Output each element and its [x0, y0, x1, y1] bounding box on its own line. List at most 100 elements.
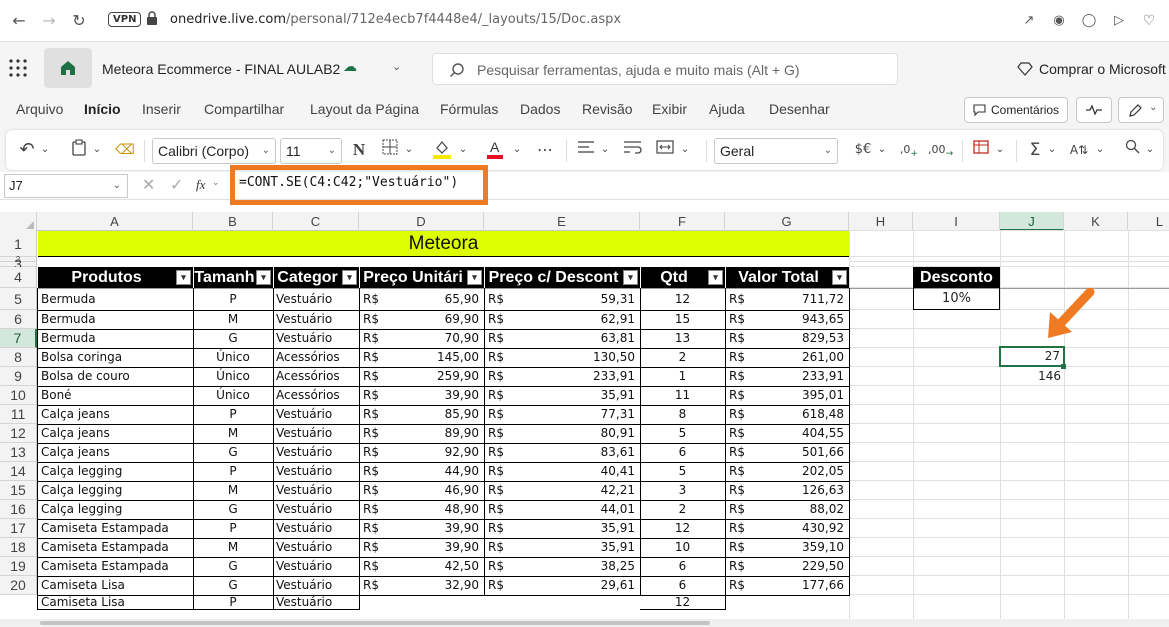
size-cell[interactable]: P	[193, 405, 274, 425]
size-cell[interactable]: M	[193, 424, 274, 444]
discount-price-cell[interactable]: R$ 130,50	[484, 348, 641, 368]
number-format-select[interactable]: Geral ⌄	[714, 138, 838, 164]
product-cell[interactable]: Bermuda	[37, 288, 194, 311]
product-cell[interactable]: Calça jeans	[37, 443, 194, 463]
category-cell[interactable]: Vestuário	[273, 424, 360, 444]
chevron-down-icon[interactable]: ⌄	[510, 139, 524, 161]
name-box[interactable]: J7 ⌄	[4, 174, 128, 198]
wrap-text-icon[interactable]	[622, 139, 644, 161]
total-cell[interactable]: R$ 261,00	[725, 348, 850, 368]
header-cell[interactable]: Qtd ▾	[641, 267, 725, 288]
chevron-down-icon[interactable]: ⌄	[1046, 139, 1058, 161]
row-header-15[interactable]: 15	[0, 481, 37, 500]
back-icon[interactable]: ←	[8, 10, 30, 32]
camera-icon[interactable]: ◉	[1048, 10, 1070, 32]
unit-price-cell[interactable]: R$ 48,90	[359, 500, 485, 520]
autosum-icon[interactable]: Σ	[1024, 139, 1046, 161]
qty-cell[interactable]: 6	[640, 443, 726, 463]
unit-price-cell[interactable]: R$ 25,90	[359, 595, 485, 596]
category-cell[interactable]: Vestuário	[273, 443, 360, 463]
product-cell[interactable]: Bolsa coringa	[37, 348, 194, 368]
size-cell[interactable]: M	[193, 310, 274, 330]
chevron-down-icon[interactable]: ⌄	[212, 178, 220, 188]
filter-dropdown-icon[interactable]: ▾	[708, 270, 723, 285]
increase-decimal-icon[interactable]: ,0+	[898, 139, 920, 161]
row-header-19[interactable]: 19	[0, 557, 37, 576]
qty-cell[interactable]: 12	[640, 288, 726, 311]
total-cell[interactable]: R$ 126,63	[725, 481, 850, 501]
decrease-decimal-icon[interactable]: ,00→	[928, 139, 953, 161]
qty-cell[interactable]: 6	[640, 557, 726, 577]
unit-price-cell[interactable]: R$ 39,90	[359, 538, 485, 558]
unit-price-cell[interactable]: R$ 44,90	[359, 462, 485, 482]
row-header-4[interactable]: 4	[0, 267, 37, 288]
sort-filter-icon[interactable]: A⇅	[1066, 139, 1092, 161]
cloud-saved-icon[interactable]: ☁	[343, 59, 357, 75]
undo-icon[interactable]: ↶	[16, 139, 38, 161]
column-header-i[interactable]: I	[913, 212, 1000, 231]
buy-microsoft-link[interactable]: Comprar o Microsoft	[1039, 61, 1166, 77]
product-cell[interactable]: Calça legging	[37, 481, 194, 501]
row-header-9[interactable]: 9	[0, 367, 37, 386]
row-header-11[interactable]: 11	[0, 405, 37, 424]
category-cell[interactable]: Vestuário	[273, 557, 360, 577]
row-header-20[interactable]: 20	[0, 576, 37, 595]
unit-price-cell[interactable]: R$ 70,90	[359, 329, 485, 349]
tab-inicio[interactable]: Início	[84, 101, 121, 117]
vpn-badge[interactable]: VPN	[108, 12, 142, 27]
sheet-title-cell[interactable]: Meteora	[38, 231, 849, 257]
size-cell[interactable]: M	[193, 538, 274, 558]
column-header-k[interactable]: K	[1064, 212, 1128, 231]
qty-cell[interactable]: 12	[640, 519, 726, 539]
total-cell[interactable]: R$ 829,53	[725, 329, 850, 349]
product-cell[interactable]: Calça legging	[37, 462, 194, 482]
discount-price-cell[interactable]: R$ 35,91	[484, 538, 641, 558]
category-cell[interactable]: Vestuário	[273, 310, 360, 330]
size-cell[interactable]: P	[193, 519, 274, 539]
row-header-5[interactable]: 5	[0, 288, 37, 310]
tab-ajuda[interactable]: Ajuda	[709, 101, 745, 117]
function-icon[interactable]: fx	[196, 177, 205, 193]
column-header-c[interactable]: C	[273, 212, 359, 231]
discount-price-cell[interactable]: R$ 77,31	[484, 405, 641, 425]
product-cell[interactable]: Camiseta Estampada	[37, 538, 194, 558]
product-cell[interactable]: Camiseta Lisa	[37, 576, 194, 596]
product-cell[interactable]: Calça legging	[37, 500, 194, 520]
row-header-16[interactable]: 16	[0, 500, 37, 519]
column-header-a[interactable]: A	[37, 212, 193, 231]
home-button[interactable]	[44, 48, 92, 88]
confirm-icon[interactable]: ✓	[170, 175, 183, 194]
row-header-12[interactable]: 12	[0, 424, 37, 443]
product-cell[interactable]: Calça jeans	[37, 424, 194, 444]
category-cell[interactable]: Vestuário	[273, 595, 360, 610]
currency-icon[interactable]: $€	[852, 139, 874, 161]
unit-price-cell[interactable]: R$ 46,90	[359, 481, 485, 501]
unit-price-cell[interactable]: R$ 92,90	[359, 443, 485, 463]
unit-price-cell[interactable]: R$ 39,90	[359, 386, 485, 406]
total-cell[interactable]: R$ 88,02	[725, 500, 850, 520]
discount-header-cell[interactable]: Desconto	[913, 267, 1000, 288]
chevron-down-icon[interactable]: ⌄	[38, 139, 52, 161]
unit-price-cell[interactable]: R$ 69,90	[359, 310, 485, 330]
filter-dropdown-icon[interactable]: ▾	[623, 270, 638, 285]
selected-cell-j7[interactable]: 27	[999, 346, 1065, 367]
category-cell[interactable]: Vestuário	[273, 500, 360, 520]
forward-icon[interactable]: →	[38, 10, 60, 32]
lock-icon[interactable]	[141, 10, 163, 32]
product-cell[interactable]: Camiseta Lisa	[37, 595, 194, 610]
font-color-icon[interactable]: A	[484, 139, 506, 161]
column-header-h[interactable]: H	[849, 212, 913, 231]
row-header-7[interactable]: 7	[0, 329, 37, 348]
discount-price-cell[interactable]: R$ 233,91	[484, 367, 641, 387]
font-size-select[interactable]: 11 ⌄	[280, 138, 342, 164]
filter-dropdown-icon[interactable]: ▾	[176, 270, 191, 285]
header-cell[interactable]: Categor ▾	[274, 267, 359, 288]
total-cell[interactable]: R$ 430,92	[725, 519, 850, 539]
size-cell[interactable]: G	[193, 443, 274, 463]
product-cell[interactable]: Bermuda	[37, 329, 194, 349]
header-cell[interactable]: Produtos ▾	[38, 267, 193, 288]
borders-icon[interactable]	[380, 139, 400, 161]
category-cell[interactable]: Vestuário	[273, 288, 360, 311]
unit-price-cell[interactable]: R$ 145,00	[359, 348, 485, 368]
chevron-down-icon[interactable]: ⌄	[456, 139, 470, 161]
